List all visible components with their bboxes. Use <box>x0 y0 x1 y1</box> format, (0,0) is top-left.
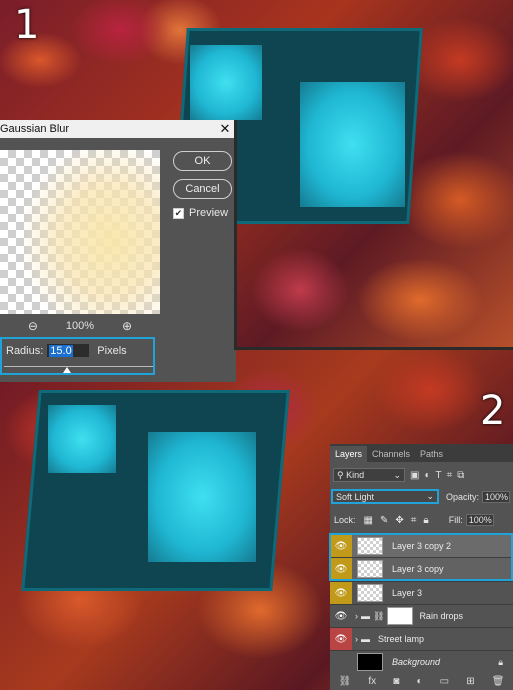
lock-transparent-icon[interactable]: ▦ <box>364 515 373 526</box>
layer-thumbnail <box>357 653 383 671</box>
lock-all-icon[interactable]: 🔒︎ <box>423 515 428 526</box>
tab-layers[interactable]: Layers <box>330 446 368 462</box>
layers-panel: Layers Channels Paths ⚲ Kind ⌄ ▣ ◐ T ⌗ ⧉… <box>330 444 513 690</box>
layer-row[interactable]: 👁︎ Layer 3 <box>330 581 513 604</box>
new-layer-icon[interactable]: ⊞ <box>466 676 474 687</box>
radius-value: 15.0 <box>49 344 73 357</box>
fill-input[interactable]: 100% <box>465 514 494 526</box>
dialog-title: Gaussian Blur <box>0 123 70 135</box>
opacity-label: Opacity: <box>446 491 480 502</box>
adjustment-layer-icon[interactable]: ◐ <box>416 676 422 687</box>
link-layers-icon[interactable]: ⛓ <box>339 676 352 687</box>
search-icon: ⚲ <box>337 469 344 480</box>
folder-icon: ▬ <box>361 634 370 644</box>
preview-label: Preview <box>189 207 229 219</box>
folder-icon: ▬ <box>361 611 370 621</box>
opacity-input[interactable]: 100% <box>482 490 511 503</box>
chevron-right-icon[interactable]: › <box>355 634 358 644</box>
eye-icon[interactable]: 👁︎ <box>330 605 352 627</box>
zoom-controls: ⊖ 100% ⊕ <box>0 319 160 333</box>
type-filter-icon[interactable]: T <box>436 470 442 481</box>
layer-name: Street lamp <box>378 634 425 644</box>
eye-icon[interactable]: 👁︎ <box>330 558 352 580</box>
ok-button[interactable]: OK <box>173 151 232 171</box>
eye-icon[interactable]: 👁︎ <box>330 535 352 557</box>
adjustment-filter-icon[interactable]: ◐ <box>424 470 430 481</box>
step-number-1: 1 <box>14 2 40 48</box>
fx-icon[interactable]: fx <box>368 676 376 687</box>
lantern-glass-bottom-left <box>48 405 116 473</box>
preview-checkbox[interactable]: ✔ <box>173 207 184 219</box>
layers-footer: ⛓ fx ◙ ◐ ▭ ⊞ 🗑︎ <box>330 676 513 687</box>
shape-filter-icon[interactable]: ⌗ <box>447 470 453 481</box>
panel-divider <box>236 347 513 350</box>
tab-paths[interactable]: Paths <box>415 446 448 462</box>
radius-label: Radius: <box>6 344 44 357</box>
radius-slider-track[interactable] <box>4 366 153 367</box>
dialog-edge <box>234 120 237 350</box>
layer-group-row[interactable]: 👁︎ › ▬ ⛓ Rain drops <box>330 604 513 627</box>
lantern-glass-bottom-right <box>148 432 256 562</box>
filter-row: ⚲ Kind ⌄ ▣ ◐ T ⌗ ⧉ <box>330 468 513 482</box>
trash-icon[interactable]: 🗑︎ <box>492 676 505 687</box>
lantern-glass-left <box>190 45 262 120</box>
lock-label: Lock: <box>334 515 356 525</box>
gaussian-blur-dialog: Gaussian Blur ✕ OK Cancel ✔ Preview ⊖ 10… <box>0 120 236 382</box>
zoom-out-icon[interactable]: ⊖ <box>26 319 40 333</box>
blur-preview[interactable] <box>0 150 160 314</box>
cancel-button[interactable]: Cancel <box>173 179 232 199</box>
layer-name: Background <box>392 657 441 667</box>
link-icon: ⛓ <box>373 610 385 621</box>
zoom-level: 100% <box>65 320 95 332</box>
radius-slider-thumb[interactable] <box>63 367 71 373</box>
lock-position-icon[interactable]: ✥ <box>395 515 403 526</box>
chevron-right-icon[interactable]: › <box>355 611 358 621</box>
radius-unit: Pixels <box>97 344 127 357</box>
step-number-2: 2 <box>480 388 506 434</box>
preview-image <box>0 150 160 314</box>
lock-artboard-icon[interactable]: ⌗ <box>411 515 417 526</box>
pixel-filter-icon[interactable]: ▣ <box>410 470 419 481</box>
lock-icon: 🔒︎ <box>498 656 503 667</box>
radius-control: Radius: 15.0 Pixels <box>0 337 155 375</box>
chevron-down-icon: ⌄ <box>426 491 434 501</box>
kind-filter-value: Kind <box>346 469 365 480</box>
layer-name: Layer 3 <box>392 588 423 598</box>
blend-row: Soft Light ⌄ Opacity: 100% <box>330 489 513 504</box>
layer-thumbnail <box>357 584 383 602</box>
layer-name: Layer 3 copy <box>392 564 444 574</box>
chevron-down-icon: ⌄ <box>393 469 401 480</box>
zoom-in-icon[interactable]: ⊕ <box>120 319 134 333</box>
layer-name: Layer 3 copy 2 <box>392 541 452 551</box>
layer-row[interactable]: 👁︎ Layer 3 copy 2 <box>330 534 513 557</box>
layer-mask-thumbnail <box>387 607 414 625</box>
new-group-icon[interactable]: ▭ <box>440 676 449 687</box>
lock-row: Lock: ▦ ✎ ✥ ⌗ 🔒︎ Fill: 100% <box>330 514 513 526</box>
layer-thumbnail <box>357 560 383 578</box>
preview-toggle[interactable]: ✔ Preview <box>173 207 228 219</box>
layer-name: Rain drops <box>419 611 463 621</box>
close-icon[interactable]: ✕ <box>218 121 232 137</box>
blend-mode-value: Soft Light <box>336 491 375 502</box>
lantern-glass-right <box>300 82 405 207</box>
eye-icon[interactable]: 👁︎ <box>330 628 352 650</box>
layer-group-row[interactable]: 👁︎ › ▬ Street lamp <box>330 627 513 650</box>
kind-filter-select[interactable]: ⚲ Kind ⌄ <box>333 468 405 482</box>
blend-mode-select[interactable]: Soft Light ⌄ <box>331 489 439 504</box>
filter-icons: ▣ ◐ T ⌗ ⧉ <box>410 470 464 481</box>
lock-paint-icon[interactable]: ✎ <box>380 515 388 526</box>
layers-tabs: Layers Channels Paths <box>330 444 513 462</box>
layer-row[interactable]: Background 🔒︎ <box>330 650 513 673</box>
lock-icons: ▦ ✎ ✥ ⌗ 🔒︎ <box>364 515 429 526</box>
fill-label: Fill: <box>448 515 463 525</box>
dialog-titlebar[interactable]: Gaussian Blur ✕ <box>0 120 236 138</box>
layer-row[interactable]: 👁︎ Layer 3 copy <box>330 557 513 580</box>
radius-input[interactable]: 15.0 <box>47 344 90 357</box>
eye-icon[interactable]: 👁︎ <box>330 582 352 604</box>
tab-channels[interactable]: Channels <box>367 446 415 462</box>
smart-object-filter-icon[interactable]: ⧉ <box>457 470 464 481</box>
add-mask-icon[interactable]: ◙ <box>393 676 399 687</box>
visibility-toggle[interactable] <box>330 651 352 673</box>
layer-thumbnail <box>357 537 383 555</box>
